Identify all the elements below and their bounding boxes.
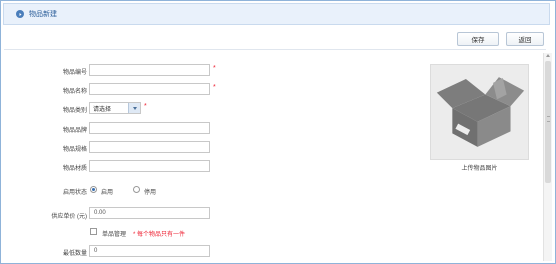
status-disabled-radio[interactable] xyxy=(133,186,140,193)
code-input[interactable] xyxy=(89,64,210,76)
code-label: 物品编号 xyxy=(62,70,87,76)
image-upload-area[interactable] xyxy=(430,64,529,160)
category-select-value: 请选择 xyxy=(93,106,112,113)
scrollbar-thumb[interactable] xyxy=(545,61,551,183)
category-label: 物品类别 xyxy=(62,108,87,114)
package-box-icon xyxy=(436,77,525,147)
status-disabled-label: 停用 xyxy=(144,190,157,196)
brand-label: 物品品牌 xyxy=(62,128,87,134)
price-input[interactable]: 0.00 xyxy=(89,207,210,219)
category-select[interactable]: 请选择 xyxy=(89,102,141,114)
single-manage-label: 单品管理 xyxy=(102,232,127,238)
single-manage-hint: * 每个物品只有一件 xyxy=(133,232,186,238)
circle-arrow-icon xyxy=(16,10,24,18)
status-label: 启用状态 xyxy=(62,190,87,196)
name-input[interactable] xyxy=(89,83,210,95)
single-manage-checkbox[interactable] xyxy=(90,228,97,235)
status-enabled-radio[interactable] xyxy=(90,186,97,193)
required-mark: * xyxy=(144,103,147,110)
name-label: 物品名称 xyxy=(62,89,87,95)
price-label: 供应单价 (元) xyxy=(51,214,87,220)
min-qty-input[interactable]: 0 xyxy=(89,245,210,257)
toolbar: 保存 返回 xyxy=(4,30,546,50)
min-qty-label: 最低数量 xyxy=(62,251,87,257)
required-mark: * xyxy=(213,65,216,72)
material-label: 物品材质 xyxy=(62,166,87,172)
required-mark: * xyxy=(213,84,216,91)
scroll-up-icon[interactable] xyxy=(546,54,550,57)
form-area: 物品编号 * 物品名称 * 物品类别 请选择 * 物品品牌 物品规格 物品材质 … xyxy=(4,53,542,261)
material-input[interactable] xyxy=(89,160,210,172)
page-header: 物品新建 xyxy=(3,3,550,25)
chevron-down-icon[interactable] xyxy=(128,103,140,113)
brand-input[interactable] xyxy=(89,122,210,134)
spec-label: 物品规格 xyxy=(62,147,87,153)
image-upload-caption: 上传物品图片 xyxy=(461,166,498,172)
spec-input[interactable] xyxy=(89,141,210,153)
save-button[interactable]: 保存 xyxy=(457,32,499,46)
page-title: 物品新建 xyxy=(29,11,57,18)
back-button[interactable]: 返回 xyxy=(506,32,544,46)
vertical-scrollbar[interactable] xyxy=(543,53,552,261)
status-enabled-label: 启用 xyxy=(101,190,114,196)
